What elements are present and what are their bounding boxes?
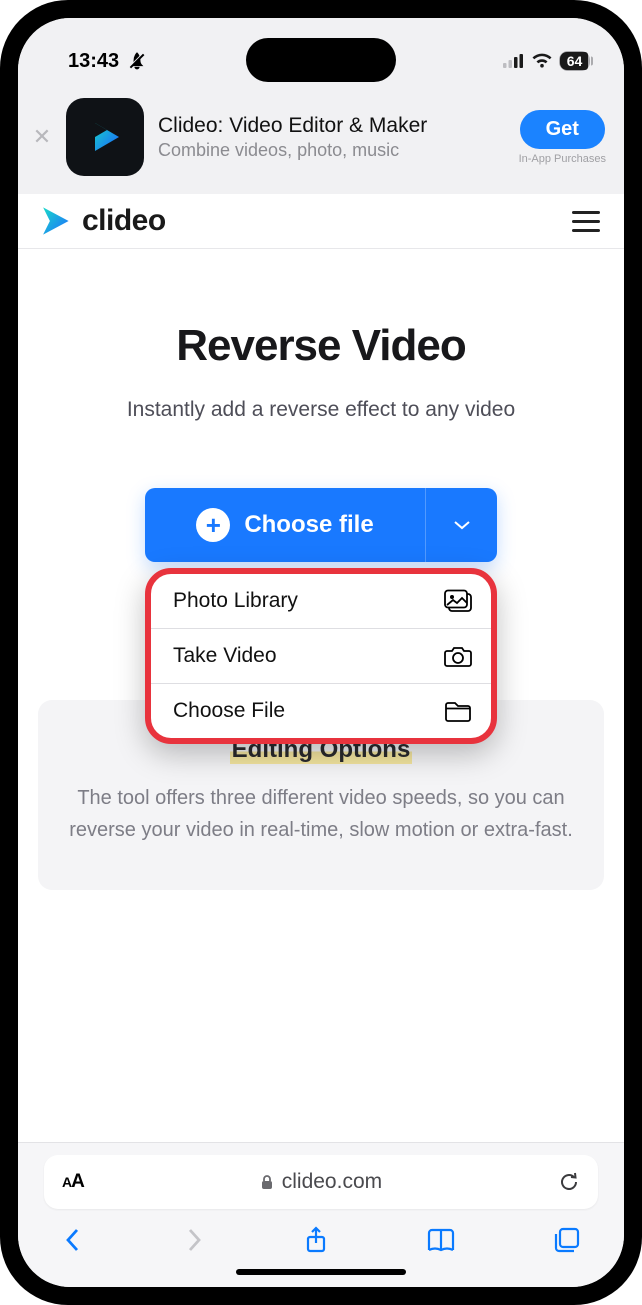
menu-item-label: Choose File — [173, 699, 285, 723]
menu-icon[interactable] — [572, 211, 600, 232]
camera-icon — [443, 644, 473, 668]
menu-item-photo-library[interactable]: Photo Library — [151, 574, 491, 628]
card-body: The tool offers three different video sp… — [66, 782, 576, 846]
site-header: clideo — [18, 194, 624, 249]
silent-icon — [127, 51, 147, 71]
safari-toolbar — [44, 1209, 598, 1259]
photo-library-icon — [443, 589, 473, 613]
app-icon — [66, 98, 144, 176]
page-content: Reverse Video Instantly add a reverse ef… — [18, 249, 624, 1142]
brand-logo-icon — [38, 204, 72, 238]
choose-file-label: Choose file — [244, 511, 373, 539]
smart-app-banner: ✕ Clideo: Video Editor & Maker Combine v… — [18, 84, 624, 194]
choose-file-button[interactable]: + Choose file — [145, 488, 497, 562]
url-domain: clideo.com — [282, 1170, 382, 1194]
bookmarks-icon[interactable] — [425, 1226, 457, 1254]
chevron-down-icon — [452, 519, 472, 531]
choose-dropdown-toggle[interactable] — [425, 488, 497, 562]
page-title: Reverse Video — [42, 321, 600, 371]
wifi-icon — [531, 53, 553, 69]
dynamic-island — [246, 38, 396, 82]
phone-frame: 13:43 — [0, 0, 642, 1305]
menu-item-label: Photo Library — [173, 589, 298, 613]
back-icon[interactable] — [60, 1226, 86, 1254]
share-icon[interactable] — [302, 1225, 330, 1255]
folder-icon — [443, 699, 473, 723]
hero: Reverse Video Instantly add a reverse ef… — [18, 249, 624, 448]
menu-item-label: Take Video — [173, 644, 277, 668]
tabs-icon[interactable] — [552, 1226, 582, 1254]
home-indicator[interactable] — [236, 1269, 406, 1275]
file-source-menu: Photo Library Take Video — [145, 568, 497, 744]
get-button[interactable]: Get — [520, 110, 605, 149]
address-bar[interactable]: AA clideo.com — [44, 1155, 598, 1209]
lock-icon — [260, 1174, 274, 1190]
text-size-icon[interactable]: AA — [62, 1171, 84, 1193]
app-title: Clideo: Video Editor & Maker — [158, 114, 505, 138]
reload-icon[interactable] — [558, 1171, 580, 1193]
app-subtitle: Combine videos, photo, music — [158, 140, 505, 161]
safari-chrome: AA clideo.com — [18, 1142, 624, 1287]
brand[interactable]: clideo — [38, 204, 166, 238]
brand-name: clideo — [82, 204, 166, 238]
battery-level: 64 — [560, 52, 588, 70]
battery-icon: 64 — [559, 51, 590, 71]
in-app-purchases-label: In-App Purchases — [519, 153, 606, 165]
menu-item-choose-file[interactable]: Choose File — [151, 683, 491, 738]
page-subtitle: Instantly add a reverse effect to any vi… — [42, 395, 600, 424]
menu-item-take-video[interactable]: Take Video — [151, 628, 491, 683]
plus-icon: + — [196, 508, 230, 542]
forward-icon — [181, 1226, 207, 1254]
app-info: Clideo: Video Editor & Maker Combine vid… — [158, 114, 505, 161]
cellular-icon — [503, 54, 525, 68]
screen: 13:43 — [18, 18, 624, 1287]
banner-close-icon[interactable]: ✕ — [32, 124, 52, 150]
status-time: 13:43 — [68, 50, 119, 73]
